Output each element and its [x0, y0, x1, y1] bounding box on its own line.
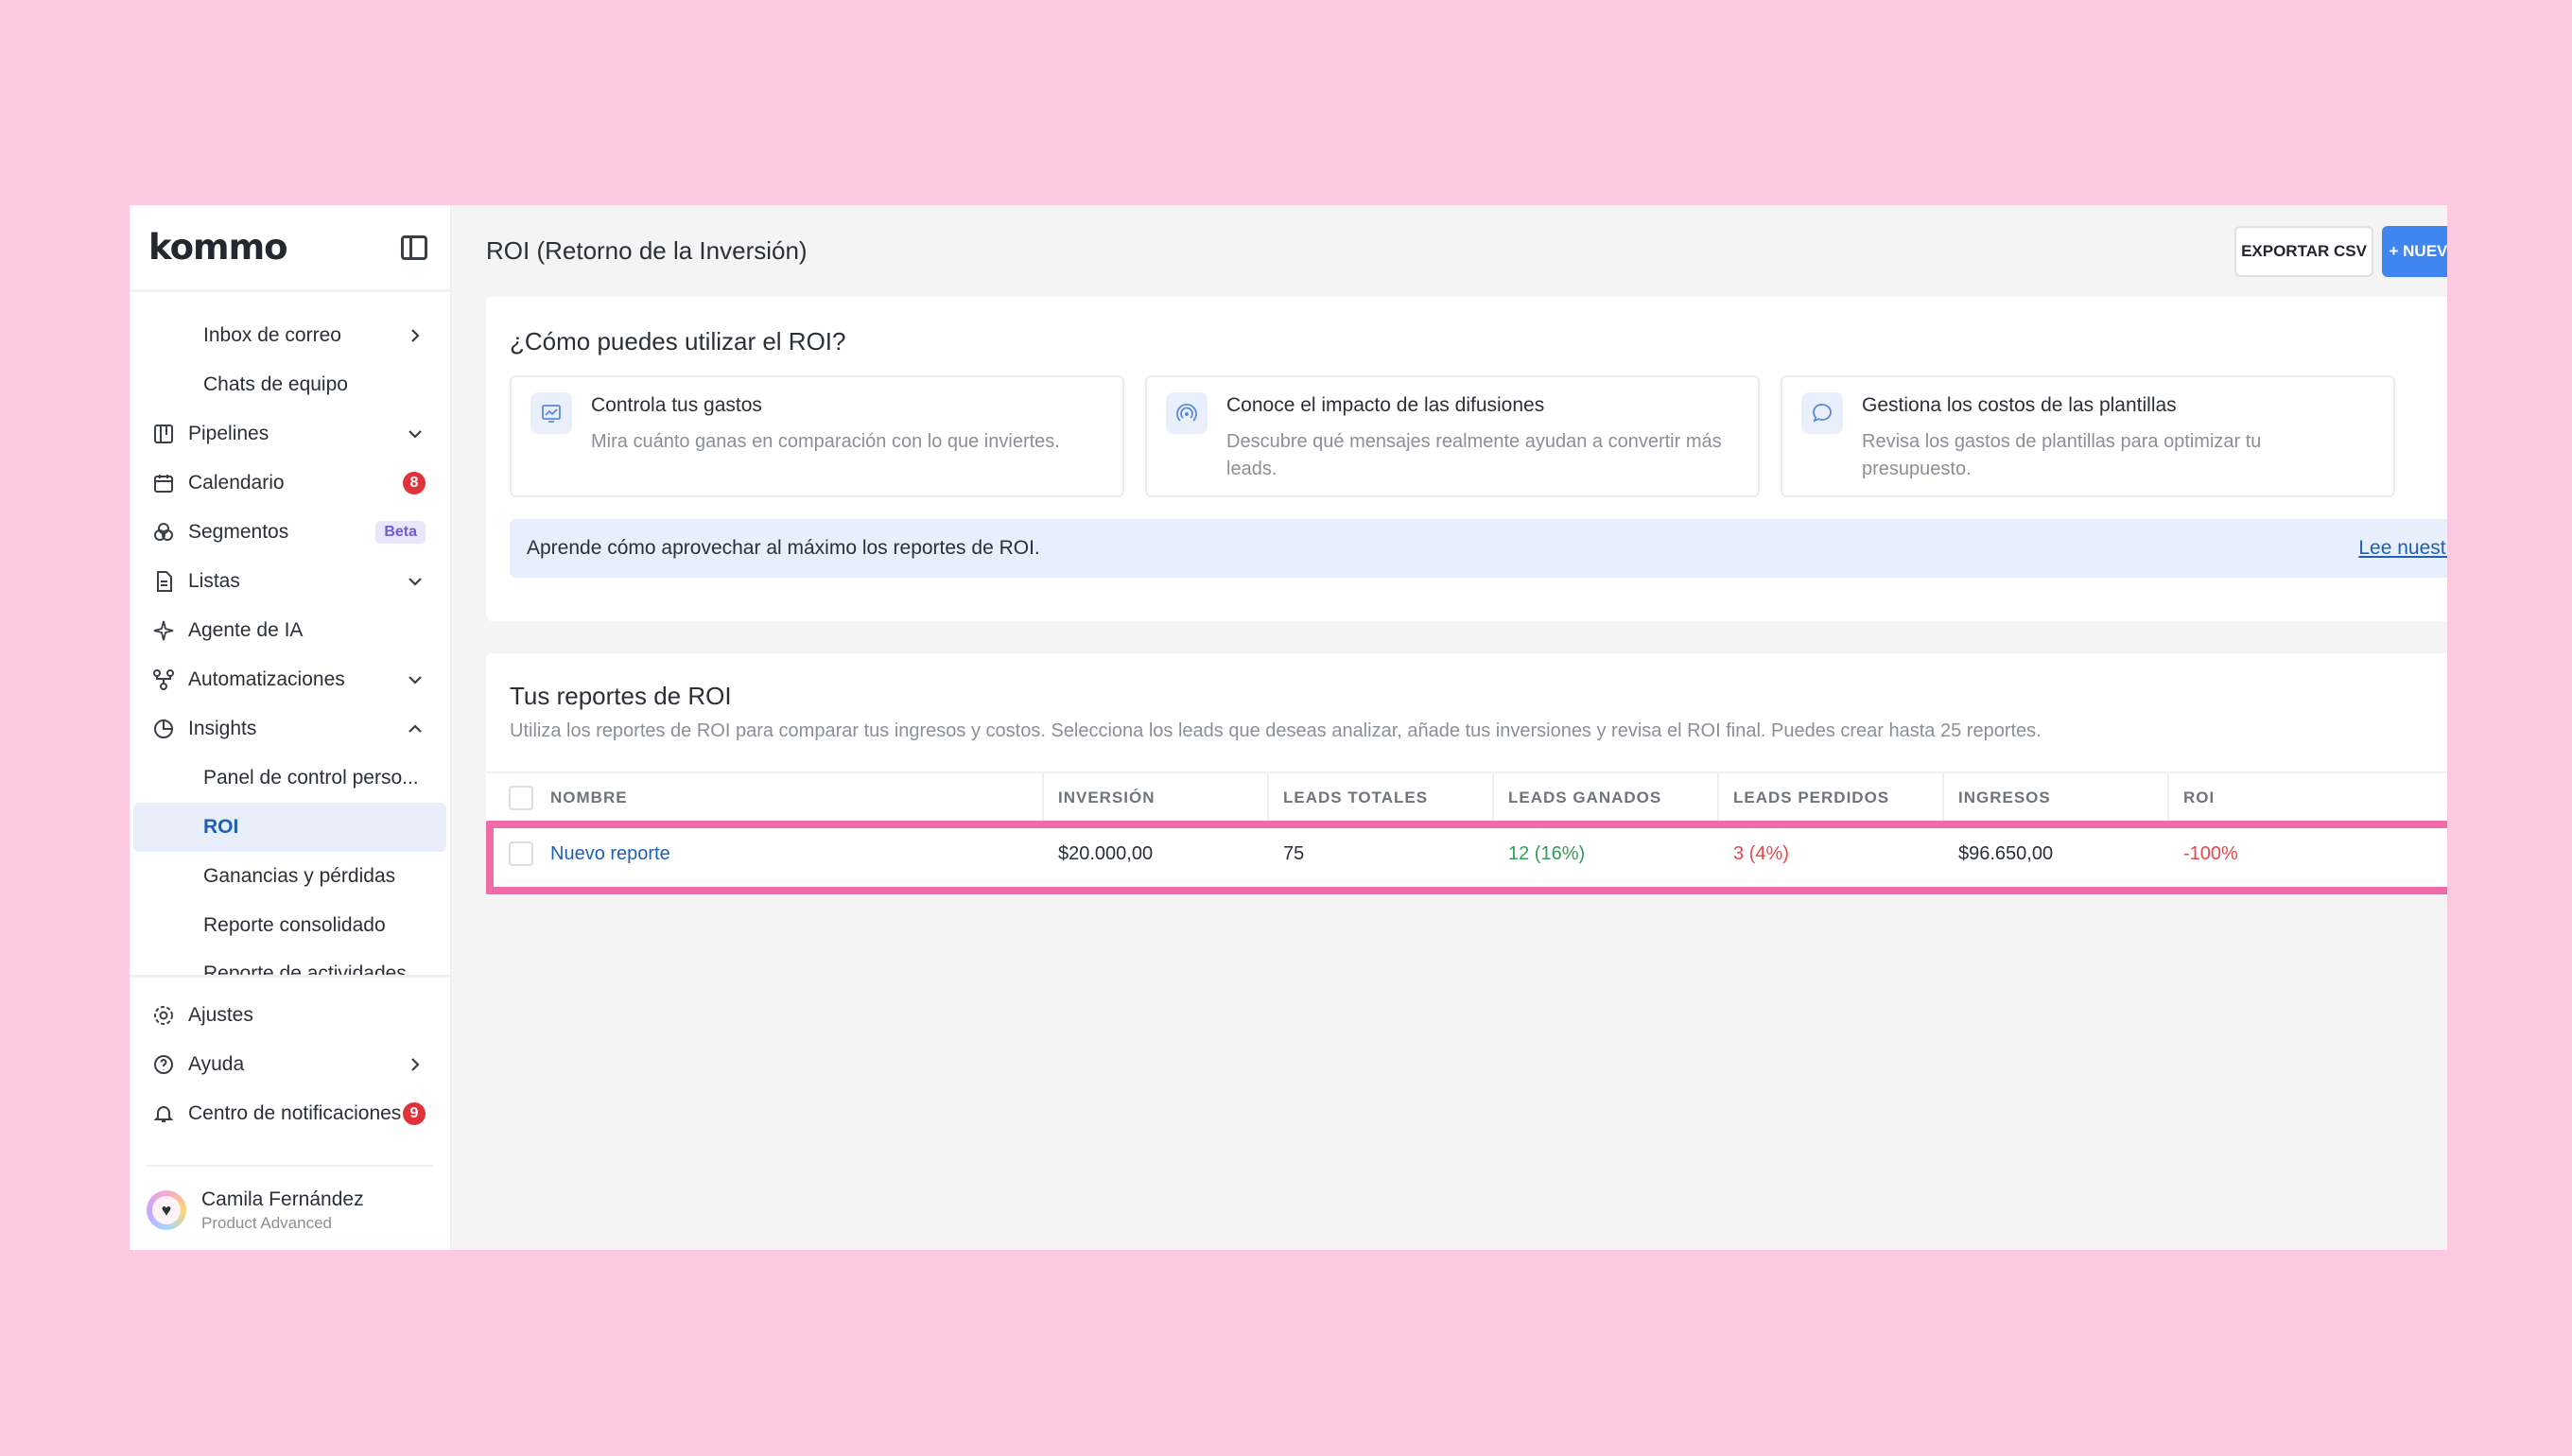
column-header-leads-total[interactable]: LEADS TOTALES [1269, 773, 1494, 823]
roi-value: -100% [2183, 842, 2238, 864]
select-all-checkbox[interactable] [509, 786, 533, 810]
reports-card: Tus reportes de ROI Utiliza los reportes… [486, 653, 2447, 890]
report-name-link[interactable]: Nuevo reporte [543, 824, 1044, 883]
column-header-roi[interactable]: ROI [2169, 773, 2398, 823]
reports-description: Utiliza los reportes de ROI para compara… [510, 720, 2042, 741]
broadcast-icon [1166, 392, 1208, 434]
column-header-leads-lost[interactable]: LEADS PERDIDOS [1719, 773, 1944, 823]
column-header-name[interactable]: NOMBRE [543, 773, 1044, 823]
feature-title: Conoce el impacto de las difusiones [1226, 394, 1545, 416]
column-header-investment[interactable]: INVERSIÓN [1044, 773, 1269, 823]
feature-desc: Revisa los gastos de plantillas para opt… [1862, 431, 2262, 479]
feature-desc: Descubre qué mensajes realmente ayudan a… [1226, 431, 1722, 479]
guide-link[interactable]: Lee nuestra guía [2358, 537, 2447, 560]
guide-text: Aprende cómo aprovechar al máximo los re… [527, 537, 1040, 559]
chat-bubble-icon [1801, 392, 1843, 434]
main-content: ROI (Retorno de la Inversión) EXPORTAR C… [130, 205, 2447, 1250]
chart-icon [530, 392, 572, 434]
leads-won-value: 12 (16%) [1508, 842, 1586, 864]
feature-card-broadcasts: Conoce el impacto de las difusiones Desc… [1145, 375, 1760, 497]
feature-card-templates: Gestiona los costos de las plantillas Re… [1781, 375, 2395, 497]
column-header-revenue[interactable]: INGRESOS [1944, 773, 2169, 823]
feature-desc: Mira cuánto ganas en comparación con lo … [591, 431, 1060, 452]
header-checkbox-cell [486, 773, 543, 823]
reports-table: NOMBRE INVERSIÓN LEADS TOTALES LEADS GAN… [486, 771, 2447, 883]
page-title: ROI (Retorno de la Inversión) [486, 236, 808, 265]
leads-total-value: 75 [1283, 842, 1305, 864]
table-row[interactable]: Nuevo reporte $20.000,00 75 12 (16%) 3 (… [486, 824, 2447, 883]
export-csv-button[interactable]: EXPORTAR CSV [2234, 226, 2373, 277]
row-checkbox[interactable] [509, 841, 533, 866]
row-checkbox-cell [486, 824, 543, 883]
feature-title: Gestiona los costos de las plantillas [1862, 394, 2177, 416]
new-report-button[interactable]: + NUEVO REPORTE [2382, 226, 2447, 277]
app-window: kommo Inbox de correo Chats de equipo Pi… [130, 205, 2447, 1250]
roi-howto-card: ¿Cómo puedes utilizar el ROI? Controla t… [486, 297, 2447, 621]
table-header: NOMBRE INVERSIÓN LEADS TOTALES LEADS GAN… [486, 771, 2447, 824]
reports-title: Tus reportes de ROI [510, 682, 732, 710]
column-header-leads-won[interactable]: LEADS GANADOS [1494, 773, 1719, 823]
investment-value: $20.000,00 [1058, 842, 1154, 864]
leads-lost-value: 3 (4%) [1733, 842, 1789, 864]
howto-title: ¿Cómo puedes utilizar el ROI? [510, 327, 846, 355]
revenue-value: $96.650,00 [1958, 842, 2054, 864]
feature-card-expenses: Controla tus gastos Mira cuánto ganas en… [510, 375, 1124, 497]
feature-title: Controla tus gastos [591, 394, 762, 416]
guide-banner: Aprende cómo aprovechar al máximo los re… [510, 519, 2447, 578]
